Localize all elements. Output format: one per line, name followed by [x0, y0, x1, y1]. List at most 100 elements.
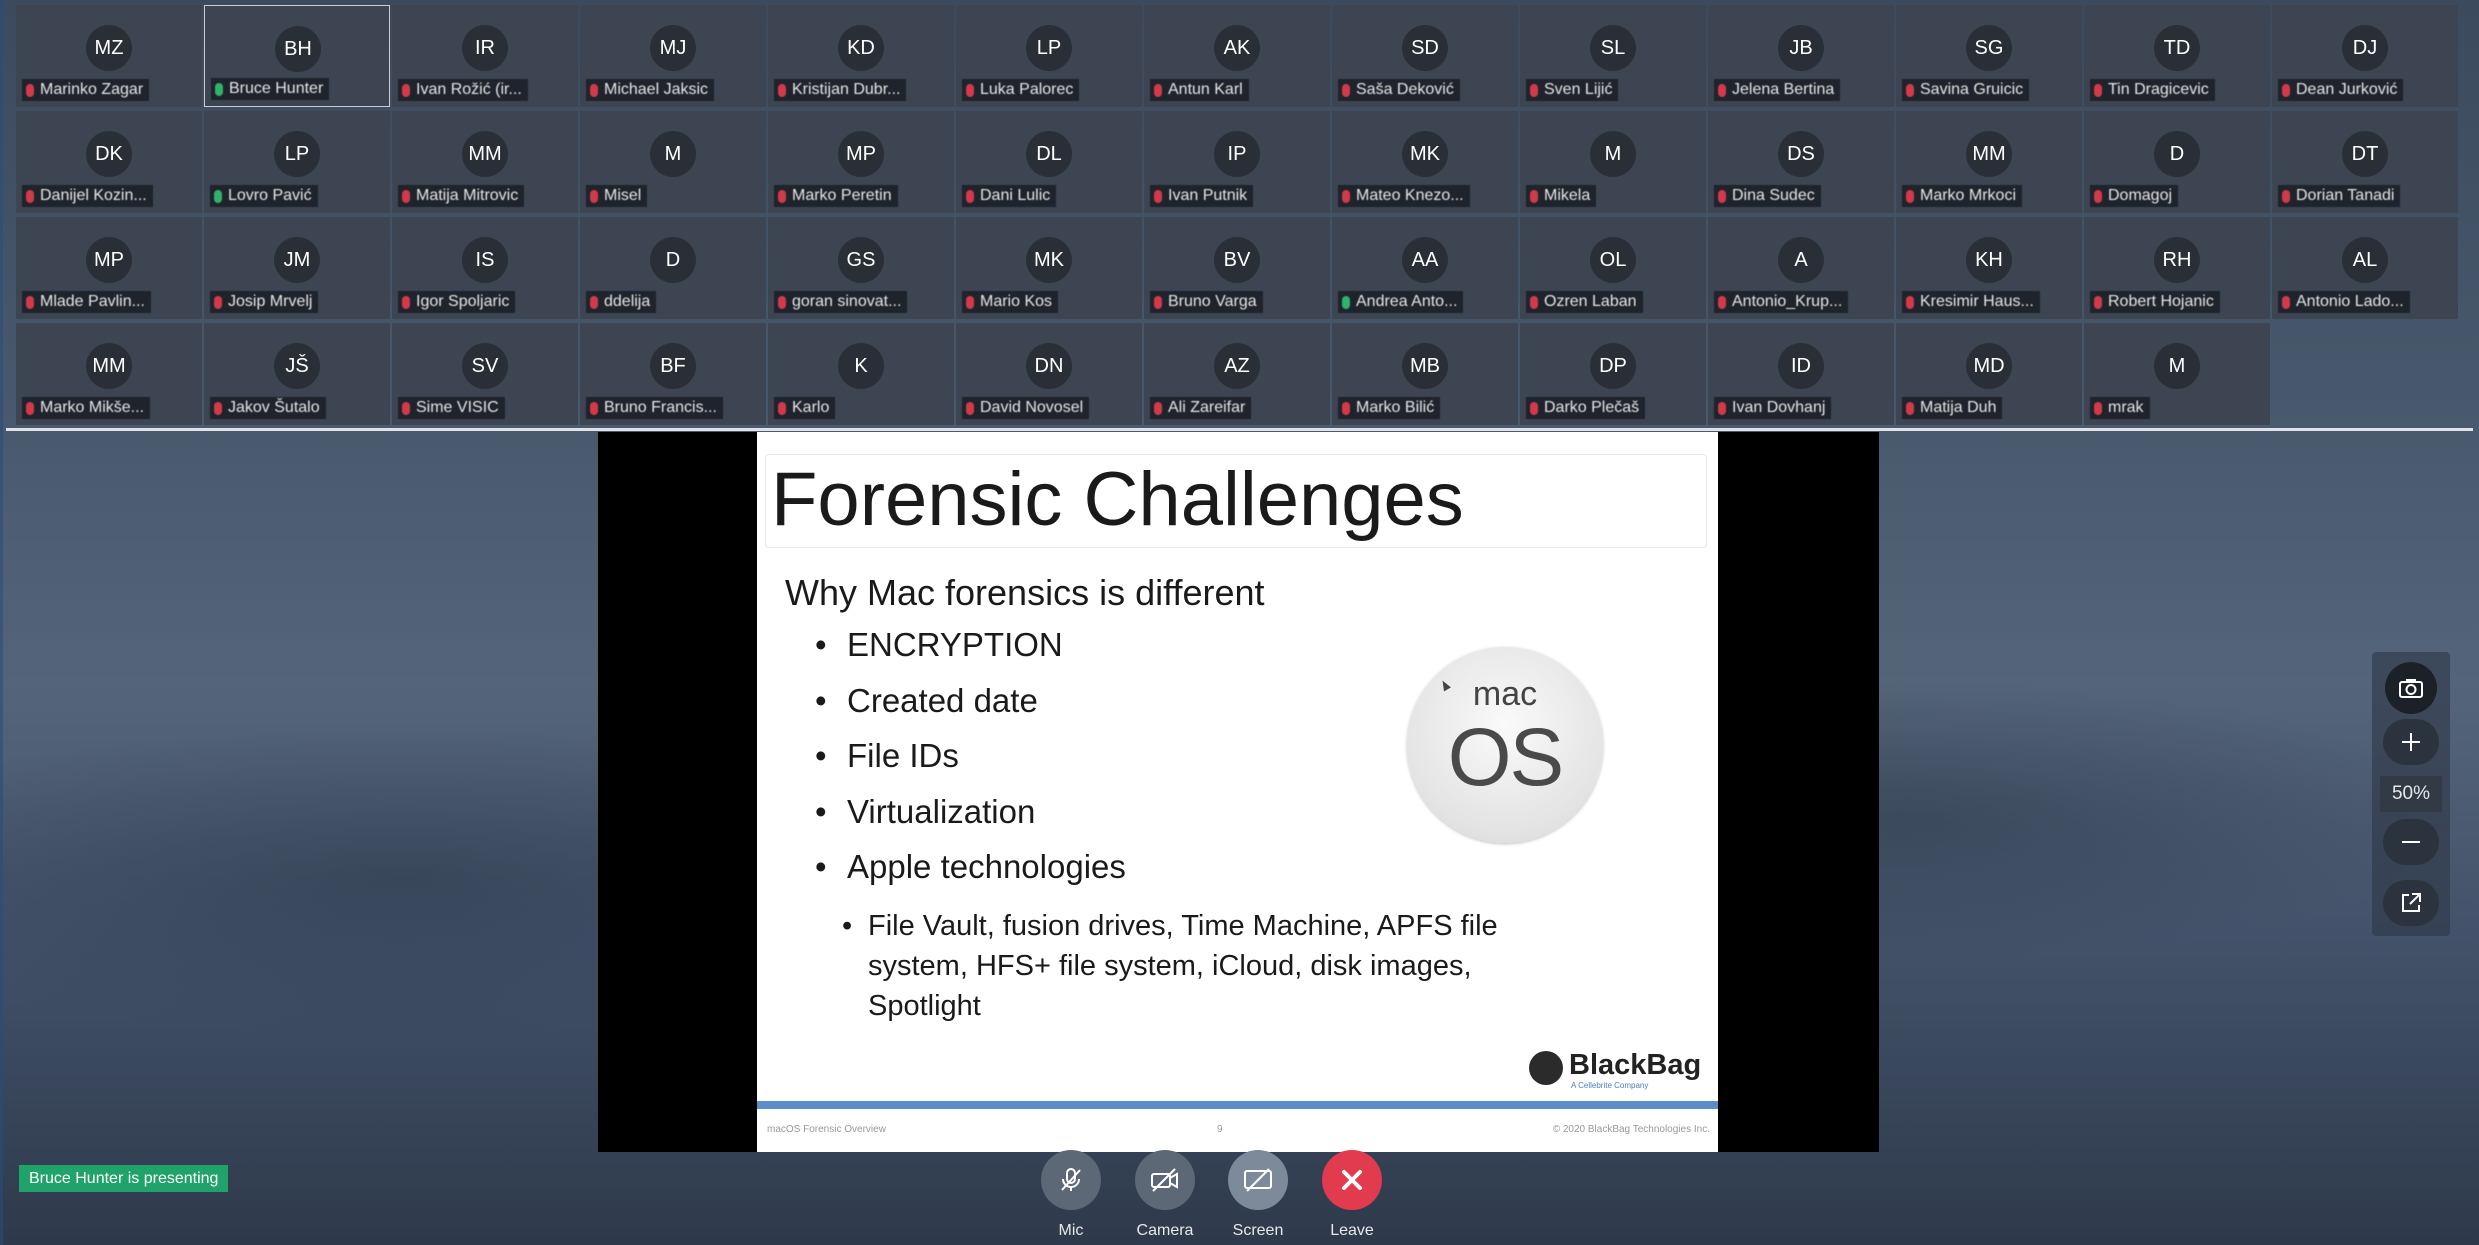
participant-tile[interactable]: SV Sime VISIC — [392, 323, 578, 425]
participant-tile[interactable]: JB Jelena Bertina — [1708, 5, 1894, 107]
participant-tile[interactable]: SL Sven Lijić — [1520, 5, 1706, 107]
mic-button[interactable] — [1041, 1150, 1101, 1210]
participant-tile[interactable]: MP Marko Peretin — [768, 111, 954, 213]
participant-name-text: Matija Mitrovic — [416, 187, 519, 204]
participant-name-text: Jelena Bertina — [1732, 81, 1835, 98]
avatar: DL — [1026, 131, 1072, 177]
participant-tile[interactable]: BF Bruno Francis... — [580, 323, 766, 425]
participant-tile[interactable]: DK Danijel Kozin... — [16, 111, 202, 213]
screen-share-button[interactable] — [1228, 1150, 1288, 1210]
participant-name: Marko Mrkoci — [1902, 185, 2023, 207]
participant-name: Jakov Šutalo — [210, 397, 326, 419]
mic-muted-icon — [402, 83, 410, 97]
avatar: BV — [1214, 237, 1260, 283]
participant-tile[interactable]: KD Kristijan Dubr... — [768, 5, 954, 107]
avatar: ID — [1778, 343, 1824, 389]
leave-control[interactable]: Leave — [1322, 1150, 1382, 1240]
participant-tile[interactable]: DT Dorian Tanadi — [2272, 111, 2458, 213]
participant-tile[interactable]: AA Andrea Anto... — [1332, 217, 1518, 319]
participant-tile[interactable]: ID Ivan Dovhanj — [1708, 323, 1894, 425]
participant-name-text: Dean Jurković — [2296, 81, 2398, 98]
participant-tile[interactable]: MP Mlade Pavlin... — [16, 217, 202, 319]
participant-tile[interactable]: GS goran sinovat... — [768, 217, 954, 319]
participant-tile[interactable]: AL Antonio Lado... — [2272, 217, 2458, 319]
participant-tile[interactable]: DJ Dean Jurković — [2272, 5, 2458, 107]
avatar: DN — [1026, 343, 1072, 389]
mic-muted-icon — [402, 189, 410, 203]
mic-muted-icon — [402, 401, 410, 415]
mic-muted-icon — [2282, 189, 2290, 203]
screen-label: Screen — [1232, 1222, 1284, 1239]
leave-button[interactable] — [1322, 1150, 1382, 1210]
participant-name: Marko Mikše... — [22, 397, 151, 419]
sub-bullet: File Vault, fusion drives, Time Machine,… — [842, 906, 1588, 1026]
participant-tile[interactable]: M Misel — [580, 111, 766, 213]
participant-tile[interactable]: SD Saša Deković — [1332, 5, 1518, 107]
pop-out-button[interactable] — [2383, 880, 2439, 926]
participant-tile[interactable]: Dddelija — [580, 217, 766, 319]
participant-tile[interactable]: IR Ivan Rožić (ir... — [392, 5, 578, 107]
participant-tile[interactable]: AK Antun Karl — [1144, 5, 1330, 107]
avatar: BF — [650, 343, 696, 389]
participant-tile[interactable]: RH Robert Hojanic — [2084, 217, 2270, 319]
participant-tile[interactable]: TD Tin Dragicevic — [2084, 5, 2270, 107]
participant-tile[interactable]: DN David Novosel — [956, 323, 1142, 425]
participant-tile[interactable]: IP Ivan Putnik — [1144, 111, 1330, 213]
mic-on-icon — [215, 82, 223, 96]
participant-name: Misel — [586, 185, 648, 207]
participant-tile[interactable]: KH Kresimir Haus... — [1896, 217, 2082, 319]
participant-tile[interactable]: MB Marko Bilić — [1332, 323, 1518, 425]
participant-tile[interactable]: LP Luka Palorec — [956, 5, 1142, 107]
participant-name: mrak — [2090, 397, 2150, 419]
slide-footer-left: macOS Forensic Overview — [767, 1124, 886, 1135]
bullet-item: Virtualization — [815, 793, 1126, 849]
avatar: SG — [1966, 25, 2012, 71]
screen-control[interactable]: Screen — [1228, 1150, 1288, 1240]
bullet-item: File IDs — [815, 737, 1126, 793]
participant-tile[interactable]: MD Matija Duh — [1896, 323, 2082, 425]
participant-tile[interactable]: DP Darko Plečaš — [1520, 323, 1706, 425]
zoom-in-button[interactable] — [2383, 719, 2439, 765]
participant-tile[interactable]: LP Lovro Pavić — [204, 111, 390, 213]
participant-tile[interactable]: K Karlo — [768, 323, 954, 425]
participant-name-text: Karlo — [792, 399, 830, 416]
participant-tile[interactable]: Mmrak — [2084, 323, 2270, 425]
mic-muted-icon — [214, 401, 222, 415]
participant-name: Saša Deković — [1338, 79, 1460, 101]
mic-muted-icon — [26, 401, 34, 415]
participant-tile[interactable]: A Antonio_Krup... — [1708, 217, 1894, 319]
avatar: DJ — [2342, 25, 2388, 71]
participant-tile[interactable]: MZ Marinko Zagar — [16, 5, 202, 107]
participant-tile[interactable]: MK Mario Kos — [956, 217, 1142, 319]
participant-tile[interactable]: M Mikela — [1520, 111, 1706, 213]
participant-tile[interactable]: DS Dina Sudec — [1708, 111, 1894, 213]
participant-name: Josip Mrvelj — [210, 291, 319, 313]
participant-tile[interactable]: AZ Ali Zareifar — [1144, 323, 1330, 425]
participant-name-text: Danijel Kozin... — [40, 187, 147, 204]
participant-tile[interactable]: MJ Michael Jaksic — [580, 5, 766, 107]
zoom-out-button[interactable] — [2383, 819, 2439, 865]
participant-tile[interactable]: D Domagoj — [2084, 111, 2270, 213]
snapshot-button[interactable] — [2385, 662, 2437, 714]
participant-name-text: Dani Lulic — [980, 187, 1051, 204]
participant-tile[interactable]: SG Savina Gruicic — [1896, 5, 2082, 107]
participant-tile[interactable]: JŠ Jakov Šutalo — [204, 323, 390, 425]
camera-button[interactable] — [1135, 1150, 1195, 1210]
participant-tile[interactable]: BV Bruno Varga — [1144, 217, 1330, 319]
participant-tile[interactable]: OL Ozren Laban — [1520, 217, 1706, 319]
mic-muted-icon — [1718, 83, 1726, 97]
participant-tile[interactable]: JM Josip Mrvelj — [204, 217, 390, 319]
mic-control[interactable]: Mic — [1041, 1150, 1101, 1240]
mic-muted-icon — [1530, 401, 1538, 415]
camera-control[interactable]: Camera — [1135, 1150, 1195, 1240]
participant-tile[interactable]: MK Mateo Knezo... — [1332, 111, 1518, 213]
participant-tile[interactable]: BH Bruce Hunter — [204, 5, 390, 107]
avatar: JŠ — [274, 343, 320, 389]
participant-tile[interactable]: MM Marko Mikše... — [16, 323, 202, 425]
avatar: AZ — [1214, 343, 1260, 389]
participant-tile[interactable]: MM Marko Mrkoci — [1896, 111, 2082, 213]
mic-muted-icon — [966, 295, 974, 309]
participant-tile[interactable]: MM Matija Mitrovic — [392, 111, 578, 213]
participant-tile[interactable]: IS Igor Spoljaric — [392, 217, 578, 319]
participant-tile[interactable]: DL Dani Lulic — [956, 111, 1142, 213]
